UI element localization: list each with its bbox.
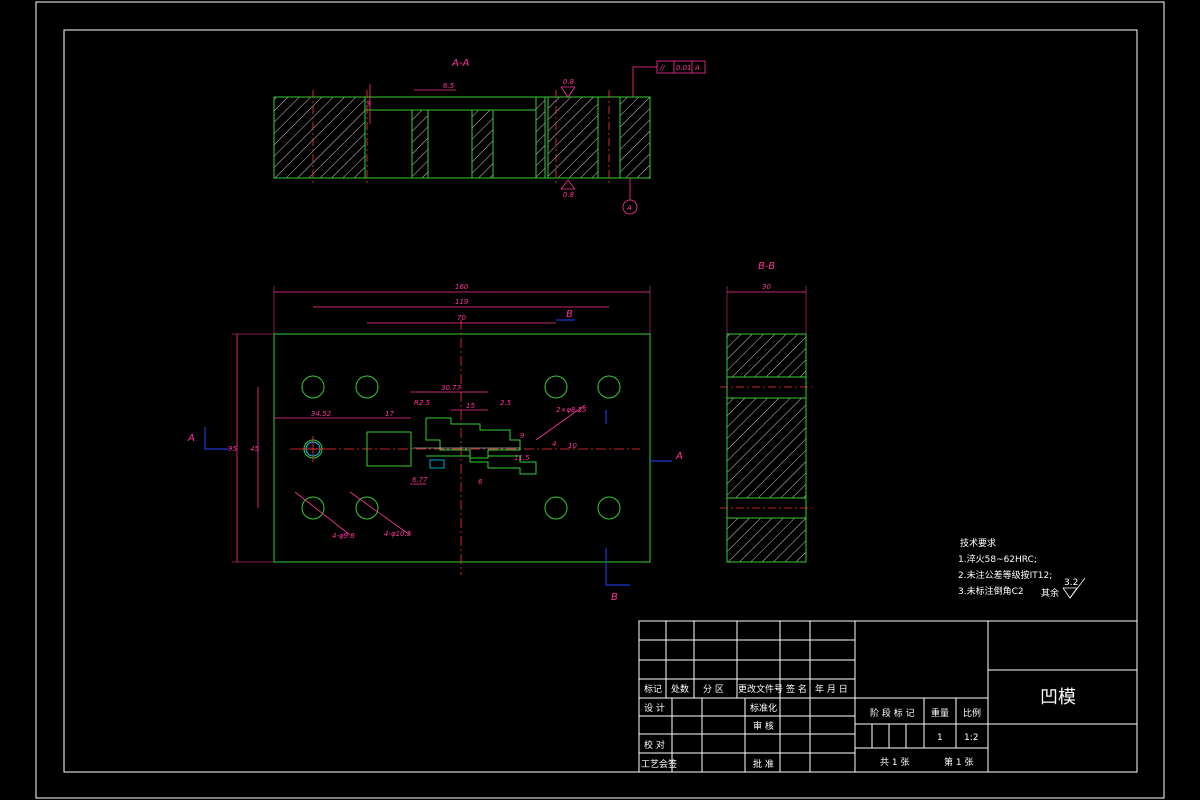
tech-req-item-2: 2.未注公差等级按IT12; <box>958 569 1052 581</box>
tb-header-date: 年 月 日 <box>815 683 848 695</box>
dim-bb-thickness: 30 <box>762 283 771 291</box>
cut-b-bottom-label: B <box>611 592 618 603</box>
rest-roughness: 3.2 <box>1064 578 1078 588</box>
dim-aa-depth: 3 <box>366 100 370 108</box>
tech-req-item-3: 3.未标注倒角C2 <box>958 585 1024 597</box>
dim-hole-pitch-x: 119 <box>455 298 469 306</box>
dim-10: 10 <box>568 442 577 450</box>
dim-34-52: 34.52 <box>311 410 332 418</box>
tb-standardize: 标准化 <box>750 702 777 714</box>
tech-req-item-1: 1.淬火58~62HRC; <box>958 553 1037 565</box>
tb-scale: 比例 <box>963 707 981 719</box>
dim-30-77: 30.77 <box>441 384 462 392</box>
tb-review: 审 核 <box>753 720 774 732</box>
dim-15: 15 <box>466 402 475 410</box>
section-bb-title: B-B <box>758 261 775 272</box>
tb-design: 设 计 <box>644 702 665 714</box>
tb-header-change-doc: 更改文件号 <box>738 683 783 695</box>
tb-approve: 批 准 <box>753 758 774 770</box>
dim-hole-a: 4-φ9.8 <box>332 532 355 540</box>
tb-weight-value: 1 <box>937 733 943 743</box>
section-bb-view: B-B 30 <box>720 261 812 563</box>
tb-sheet-no: 第 1 张 <box>944 756 973 768</box>
dim-angle: 2×φ8.25 <box>556 406 587 414</box>
dim-hole-b: 4-φ10.5 <box>384 530 412 538</box>
title-block-text: 标记 处数 分 区 更改文件号 签 名 年 月 日 设 计 标准化 审 核 校 … <box>641 683 1076 770</box>
tolerance-value: 0.01 <box>676 64 692 72</box>
dim-inner-pitch-x: 70 <box>457 314 466 322</box>
tb-weight: 重量 <box>931 707 949 719</box>
dim-9: 9 <box>520 432 525 440</box>
tb-header-zone: 分 区 <box>703 684 724 695</box>
tb-total-sheets: 共 1 张 <box>880 757 909 768</box>
tolerance-symbol: // <box>659 64 665 72</box>
section-aa-title: A-A <box>451 58 469 69</box>
tb-part-name: 凹模 <box>1040 687 1076 708</box>
plan-view: 160 119 70 95 45 34.52 17 30.77 15 2.5 1… <box>187 283 683 603</box>
cut-a-left-label: A <box>187 433 195 444</box>
sheet-inner-border <box>63 29 1138 773</box>
dim-r2-5: R2.5 <box>414 399 431 407</box>
section-aa-view: A-A 3 6.5 0.8 0.8 // 0.01 A A <box>273 58 706 215</box>
tb-scale-value: 1:2 <box>964 733 978 743</box>
tb-process: 工艺会签 <box>641 758 677 770</box>
cad-drawing-sheet: A-A 3 6.5 0.8 0.8 // 0.01 A A 160 119 70… <box>35 1 1165 799</box>
rest-label: 其余 <box>1041 587 1059 599</box>
cut-a-right-label: A <box>675 451 683 462</box>
sheet-outer-border <box>35 1 1165 799</box>
tb-header-mark: 标记 <box>644 683 662 695</box>
tb-header-count: 处数 <box>671 683 689 695</box>
roughness-top: 0.8 <box>563 78 575 86</box>
cut-b-top-label: B <box>566 309 573 320</box>
dim-6: 6 <box>478 478 483 486</box>
dim-4: 4 <box>552 440 556 448</box>
tech-requirements: 技术要求 1.淬火58~62HRC; 2.未注公差等级按IT12; 3.未标注倒… <box>958 537 1086 599</box>
dim-6-77: 6.77 <box>412 476 428 484</box>
tb-check: 校 对 <box>644 739 665 751</box>
dim-2-5: 2.5 <box>500 399 512 407</box>
tb-header-signature: 签 名 <box>786 683 807 695</box>
tolerance-datum: A <box>694 64 700 72</box>
dim-17: 17 <box>385 410 394 418</box>
dim-aa-step: 6.5 <box>443 82 455 90</box>
roughness-bottom: 0.8 <box>563 191 575 199</box>
dim-overall-width: 160 <box>455 283 469 291</box>
tech-req-title: 技术要求 <box>960 537 996 549</box>
dim-overall-height: 95 <box>228 445 237 453</box>
tb-stage-mark: 阶 段 标 记 <box>870 707 915 719</box>
dim-hole-pitch-y: 45 <box>250 445 259 453</box>
datum-label-a: A <box>626 204 632 212</box>
dim-11-5: 11.5 <box>514 454 530 462</box>
